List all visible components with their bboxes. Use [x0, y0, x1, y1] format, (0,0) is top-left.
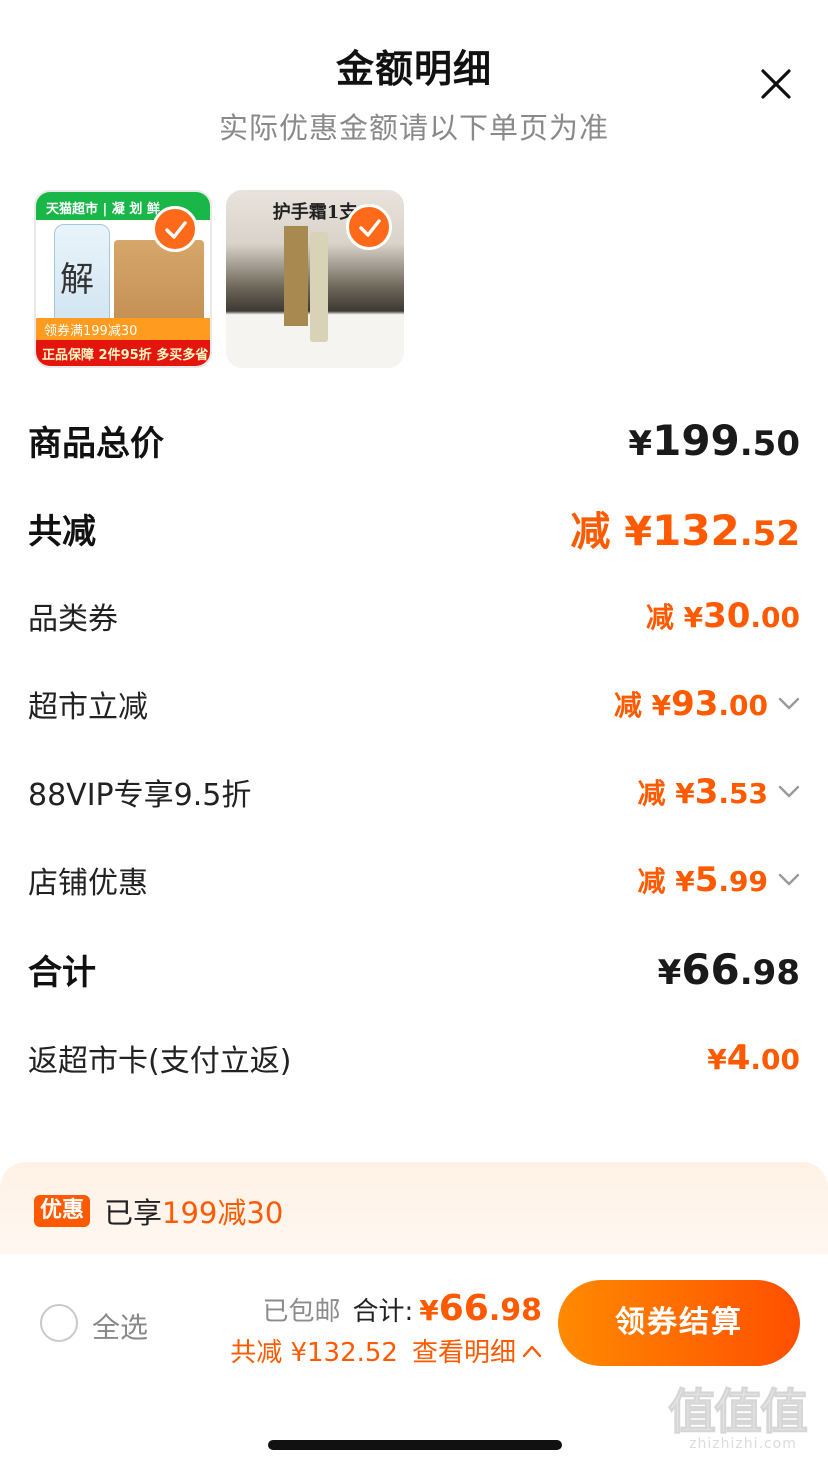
select-all-label[interactable]: 全选: [92, 1306, 148, 1346]
row-amount: 减 ¥ 3 .53: [637, 772, 800, 812]
row-amount: ¥ 66 .98: [658, 945, 800, 994]
carton-image: [114, 240, 204, 326]
row-label: 店铺优惠: [28, 866, 148, 901]
checkout-button[interactable]: 领券结算: [558, 1280, 800, 1366]
promo-text-highlight: 199减30: [162, 1196, 284, 1230]
amount-detail-sheet: 金额明细 实际优惠金额请以下单页为准 天猫超市 | 凝 划 鲜 解 领券满199…: [0, 0, 828, 1466]
view-details-label: 查看明细: [411, 1338, 516, 1368]
row-label: 合计: [28, 952, 96, 993]
amount-integer: 3: [694, 772, 719, 812]
shipping-status: 已包邮: [262, 1297, 341, 1327]
row-goods-total: 商品总价 ¥ 199 .50: [28, 396, 800, 484]
amount-integer: 5: [694, 860, 719, 900]
page-subtitle: 实际优惠金额请以下单页为准: [218, 111, 609, 145]
check-icon: [165, 221, 187, 239]
row-supermarket-card-cashback: 返超市卡(支付立返) ¥ 4 .00: [28, 1014, 800, 1102]
row-amount: 减 ¥ 132 .52: [570, 499, 800, 557]
close-button[interactable]: [758, 66, 794, 102]
amount-integer: 66: [438, 1288, 489, 1329]
amount-decimal: .00: [750, 601, 800, 634]
coupon-strip: 领券满199减30: [36, 318, 210, 340]
row-88vip-discount[interactable]: 88VIP专享9.5折 减 ¥ 3 .53: [28, 748, 800, 836]
amount-decimal: .00: [750, 1043, 800, 1076]
row-label: 共减: [28, 511, 96, 552]
amount-integer: 66: [681, 944, 740, 994]
amount-decimal: .00: [718, 689, 768, 722]
amount-prefix: ¥: [419, 1294, 439, 1327]
row-supermarket-discount[interactable]: 超市立减 减 ¥ 93 .00: [28, 660, 800, 748]
total-amount: ¥ 66 .98: [419, 1288, 542, 1329]
amount-prefix: 减 ¥: [613, 689, 672, 722]
row-label: 返超市卡(支付立返): [28, 1044, 292, 1079]
row-amount: ¥ 199 .50: [628, 416, 800, 465]
watermark-logo: 值值值: [668, 1384, 809, 1440]
amount-decimal: .98: [739, 952, 800, 993]
product-thumbnail-handcream[interactable]: 护手霜1支: [226, 190, 404, 368]
row-category-coupon: 品类券 减 ¥ 30 .00: [28, 572, 800, 660]
select-all-radio[interactable]: [40, 1304, 78, 1342]
total-label: 合计:: [352, 1297, 414, 1327]
row-label: 商品总价: [28, 423, 164, 464]
amount-prefix: 减 ¥: [637, 865, 695, 898]
watermark: 值值值 zhizhizhi.com: [668, 1388, 818, 1456]
row-store-discount[interactable]: 店铺优惠 减 ¥ 5 .99: [28, 836, 800, 924]
row-amount: 减 ¥ 93 .00: [614, 684, 800, 724]
total-summary: 已包邮 合计: ¥ 66 .98: [262, 1288, 542, 1329]
page-title: 金额明细: [335, 47, 492, 91]
check-icon: [359, 219, 381, 237]
amount-decimal: .99: [718, 865, 768, 898]
promo-strip: 正品保障 2件95折 多买多省: [36, 340, 210, 366]
amount-prefix: ¥: [707, 1043, 727, 1076]
chevron-down-icon[interactable]: [778, 785, 800, 799]
amount-integer: 93: [671, 684, 719, 724]
promo-badge: 优惠: [34, 1195, 91, 1227]
amount-integer: 4: [726, 1038, 751, 1078]
product-thumbnails: 天猫超市 | 凝 划 鲜 解 领券满199减30 正品保障 2件95折 多买多省…: [34, 190, 404, 368]
amount-integer: 199: [652, 415, 740, 465]
amount-rows: 商品总价 ¥ 199 .50 共减 减 ¥ 132 .52 品类券 减 ¥ 30…: [28, 396, 800, 1102]
sheet-header: 金额明细 实际优惠金额请以下单页为准: [0, 38, 828, 147]
amount-prefix: 减 ¥: [570, 509, 653, 555]
cream-tube-image: [310, 232, 328, 342]
promo-text: 已享199减30: [104, 1190, 283, 1232]
product-big-char: 解: [60, 260, 94, 300]
amount-integer: 30: [703, 596, 751, 636]
product-thumbnail-water[interactable]: 天猫超市 | 凝 划 鲜 解 领券满199减30 正品保障 2件95折 多买多省: [34, 190, 212, 368]
view-details-link[interactable]: 共减 ¥132.52 查看明细: [230, 1332, 542, 1369]
amount-decimal: .50: [739, 423, 800, 464]
chevron-up-icon: [522, 1345, 542, 1357]
promo-text-prefix: 已享: [104, 1196, 163, 1230]
chevron-down-icon[interactable]: [778, 873, 800, 887]
amount-decimal: .98: [488, 1293, 542, 1328]
close-icon: [761, 69, 791, 99]
row-amount: 减 ¥ 30 .00: [646, 596, 800, 636]
amount-prefix: 减 ¥: [645, 601, 704, 634]
selected-check[interactable]: [346, 204, 392, 250]
row-grand-total: 合计 ¥ 66 .98: [28, 924, 800, 1014]
promo-banner: 优惠 已享199减30: [0, 1162, 828, 1262]
row-label: 超市立减: [28, 690, 148, 725]
row-total-reduction: 共减 减 ¥ 132 .52: [28, 484, 800, 572]
home-indicator: [268, 1440, 562, 1450]
row-label: 88VIP专享9.5折: [28, 778, 252, 813]
amount-prefix: ¥: [628, 423, 653, 464]
selected-check[interactable]: [152, 206, 198, 252]
cream-box-image: [284, 226, 308, 326]
amount-decimal: .52: [739, 514, 800, 554]
amount-integer: 132: [652, 506, 740, 555]
row-amount: ¥ 4 .00: [707, 1038, 800, 1078]
amount-prefix: 减 ¥: [637, 777, 695, 810]
row-label: 品类券: [28, 602, 118, 637]
watermark-url: zhizhizhi.com: [689, 1436, 797, 1452]
row-amount: 减 ¥ 5 .99: [637, 860, 800, 900]
amount-prefix: ¥: [657, 952, 682, 993]
amount-decimal: .53: [718, 777, 768, 810]
total-reduction-text: 共减 ¥132.52: [230, 1338, 398, 1368]
chevron-down-icon[interactable]: [778, 697, 800, 711]
